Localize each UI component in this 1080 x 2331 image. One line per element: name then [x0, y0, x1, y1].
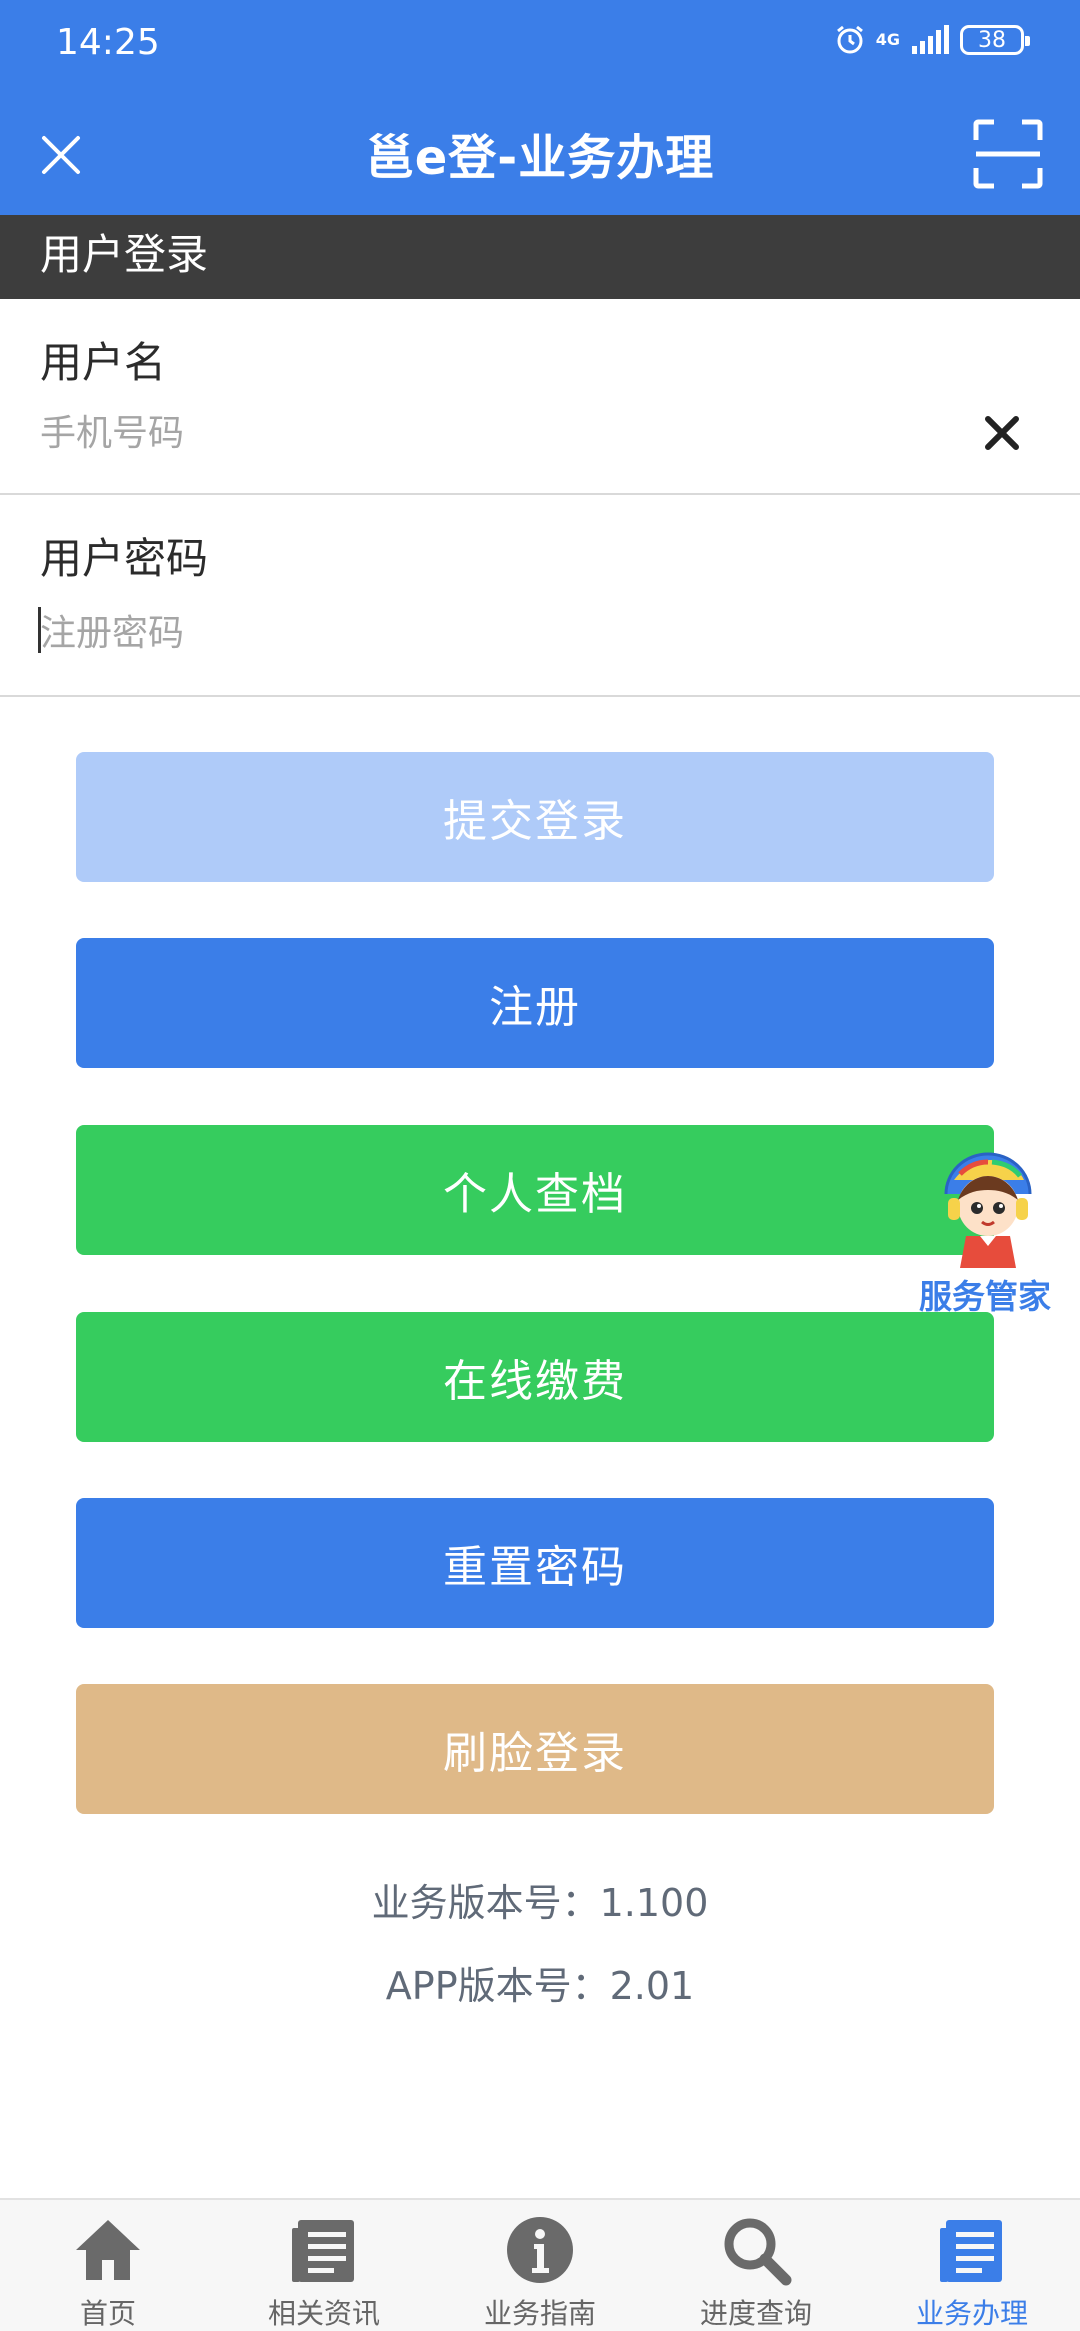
- alarm-icon: [836, 25, 863, 54]
- tab-progress[interactable]: 进度查询: [648, 2200, 864, 2331]
- section-title: 用户登录: [0, 215, 1080, 299]
- bottom-tab-bar: 首页 相关资讯 业务指南 进度查询 业务办理: [0, 2198, 1080, 2331]
- tab-label: 首页: [79, 2297, 136, 2330]
- tab-label: 业务指南: [483, 2297, 596, 2330]
- status-time: 14:25: [56, 22, 160, 63]
- tab-label: 业务办理: [915, 2297, 1028, 2330]
- password-input[interactable]: [40, 603, 940, 663]
- page-title: 邕e登-业务办理: [365, 130, 715, 186]
- signal-icon: [912, 25, 949, 54]
- username-field-group: 用户名: [0, 299, 1080, 495]
- tab-home[interactable]: 首页: [0, 2200, 216, 2331]
- password-field-group: 用户密码: [0, 495, 1080, 697]
- username-input[interactable]: [40, 403, 940, 463]
- business-version: 业务版本号：1.100: [371, 1881, 709, 1925]
- face-login-button[interactable]: 刷脸登录: [76, 1684, 994, 1814]
- tab-business[interactable]: 业务办理: [864, 2200, 1080, 2331]
- online-payment-button[interactable]: 在线缴费: [76, 1312, 994, 1442]
- app-version: APP版本号：2.01: [385, 1964, 695, 2008]
- network-label: 4G: [875, 30, 900, 49]
- tab-guide[interactable]: 业务指南: [432, 2200, 648, 2331]
- battery-icon: 38: [960, 25, 1030, 55]
- tab-label: 相关资讯: [267, 2297, 380, 2330]
- business-icon: [940, 2220, 1002, 2282]
- personal-archive-button[interactable]: 个人查档: [76, 1125, 994, 1255]
- password-label: 用户密码: [40, 534, 209, 583]
- username-label: 用户名: [40, 338, 167, 387]
- home-icon: [76, 2220, 140, 2280]
- info-icon: [507, 2217, 573, 2283]
- tab-news[interactable]: 相关资讯: [216, 2200, 432, 2331]
- status-icons: 4G 38: [834, 24, 1030, 56]
- battery-level: 38: [978, 27, 1006, 53]
- app-header: 14:25 4G 38 邕e登-业务办理: [0, 0, 1080, 215]
- tab-label: 进度查询: [699, 2297, 812, 2330]
- submit-login-button[interactable]: 提交登录: [76, 752, 994, 882]
- news-icon: [292, 2220, 354, 2282]
- register-button[interactable]: 注册: [76, 938, 994, 1068]
- reset-password-button[interactable]: 重置密码: [76, 1498, 994, 1628]
- service-assistant[interactable]: 服务管家: [910, 1150, 1060, 1320]
- clear-icon[interactable]: [980, 411, 1024, 455]
- text-cursor: [38, 607, 41, 653]
- assistant-label: 服务管家: [919, 1277, 1051, 1316]
- search-icon: [724, 2218, 792, 2286]
- assistant-avatar-icon: [944, 1152, 1032, 1268]
- scan-icon[interactable]: [972, 118, 1044, 190]
